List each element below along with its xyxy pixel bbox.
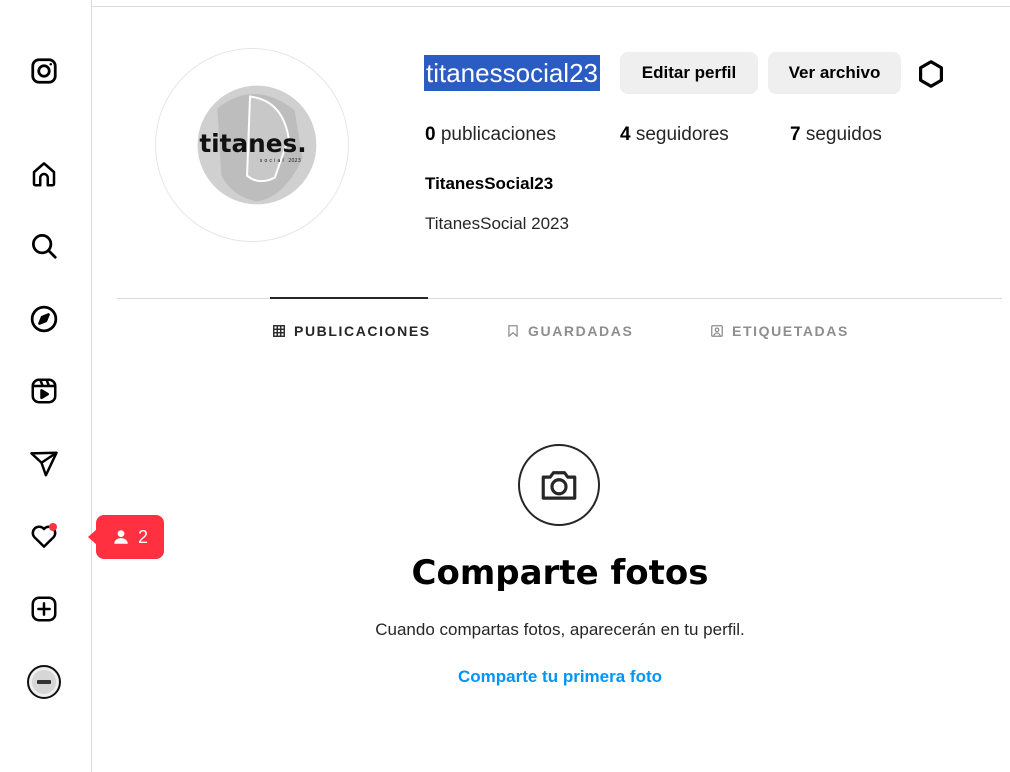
share-first-photo-link[interactable]: Comparte tu primera foto — [400, 667, 720, 687]
posts-stat: 0 publicaciones — [425, 124, 556, 146]
posts-count: 0 — [425, 124, 436, 145]
logo-subtext: social — [260, 158, 286, 164]
top-divider — [92, 6, 1010, 7]
empty-state-subtitle: Cuando compartas fotos, aparecerán en tu… — [375, 620, 745, 639]
profile-picture[interactable]: titanes. social 2023 — [155, 48, 349, 242]
following-count: 7 — [790, 124, 801, 145]
tab-label: GUARDADAS — [528, 323, 634, 339]
grid-icon — [273, 325, 285, 337]
notification-count: 2 — [137, 526, 148, 547]
messages-icon[interactable] — [26, 446, 62, 482]
tagged-icon — [711, 325, 723, 337]
bio: TitanesSocial 2023 — [425, 214, 569, 233]
followers-label: seguidores — [635, 124, 729, 145]
full-name: TitanesSocial23 — [425, 174, 554, 193]
empty-state-title: Comparte fotos — [411, 553, 709, 593]
sidebar — [0, 0, 92, 772]
followers-count: 4 — [620, 124, 631, 145]
tabs-divider — [117, 298, 1002, 299]
logo-text: titanes. — [199, 129, 306, 158]
following-stat[interactable]: 7 seguidos — [790, 124, 882, 146]
following-label: seguidos — [805, 124, 882, 145]
notification-dot — [49, 523, 57, 531]
bookmark-icon — [508, 325, 518, 337]
logo-year: 2023 — [288, 158, 301, 164]
followers-stat[interactable]: 4 seguidores — [620, 124, 729, 146]
tab-guardadas[interactable]: GUARDADAS — [506, 323, 633, 339]
tab-label: ETIQUETADAS — [732, 323, 849, 339]
tab-label: PUBLICACIONES — [294, 323, 431, 339]
username[interactable]: titanessocial23 — [424, 55, 600, 91]
camera-icon — [541, 471, 577, 500]
reels-icon[interactable] — [26, 373, 62, 409]
profile-avatar[interactable] — [26, 664, 62, 700]
edit-profile-button[interactable]: Editar perfil — [620, 52, 758, 94]
create-icon[interactable] — [26, 591, 62, 627]
explore-icon[interactable] — [26, 301, 62, 337]
avatar — [27, 665, 61, 699]
titanes-logo: titanes. social 2023 — [197, 85, 317, 205]
notification-tooltip[interactable]: 2 — [88, 515, 164, 559]
tab-publicaciones[interactable]: PUBLICACIONES — [272, 323, 431, 339]
posts-label: publicaciones — [440, 124, 556, 145]
username-row: titanessocial23 — [424, 52, 600, 94]
tab-etiquetadas[interactable]: ETIQUETADAS — [710, 323, 849, 339]
notifications-heart-icon[interactable] — [26, 518, 62, 554]
person-icon — [114, 530, 128, 544]
search-icon[interactable] — [26, 228, 62, 264]
view-archive-button[interactable]: Ver archivo — [768, 52, 901, 94]
active-tab-indicator — [270, 297, 428, 299]
instagram-logo-icon[interactable] — [26, 53, 62, 89]
home-icon[interactable] — [26, 156, 62, 192]
settings-gear-icon[interactable] — [915, 58, 947, 90]
camera-circle — [518, 444, 600, 526]
